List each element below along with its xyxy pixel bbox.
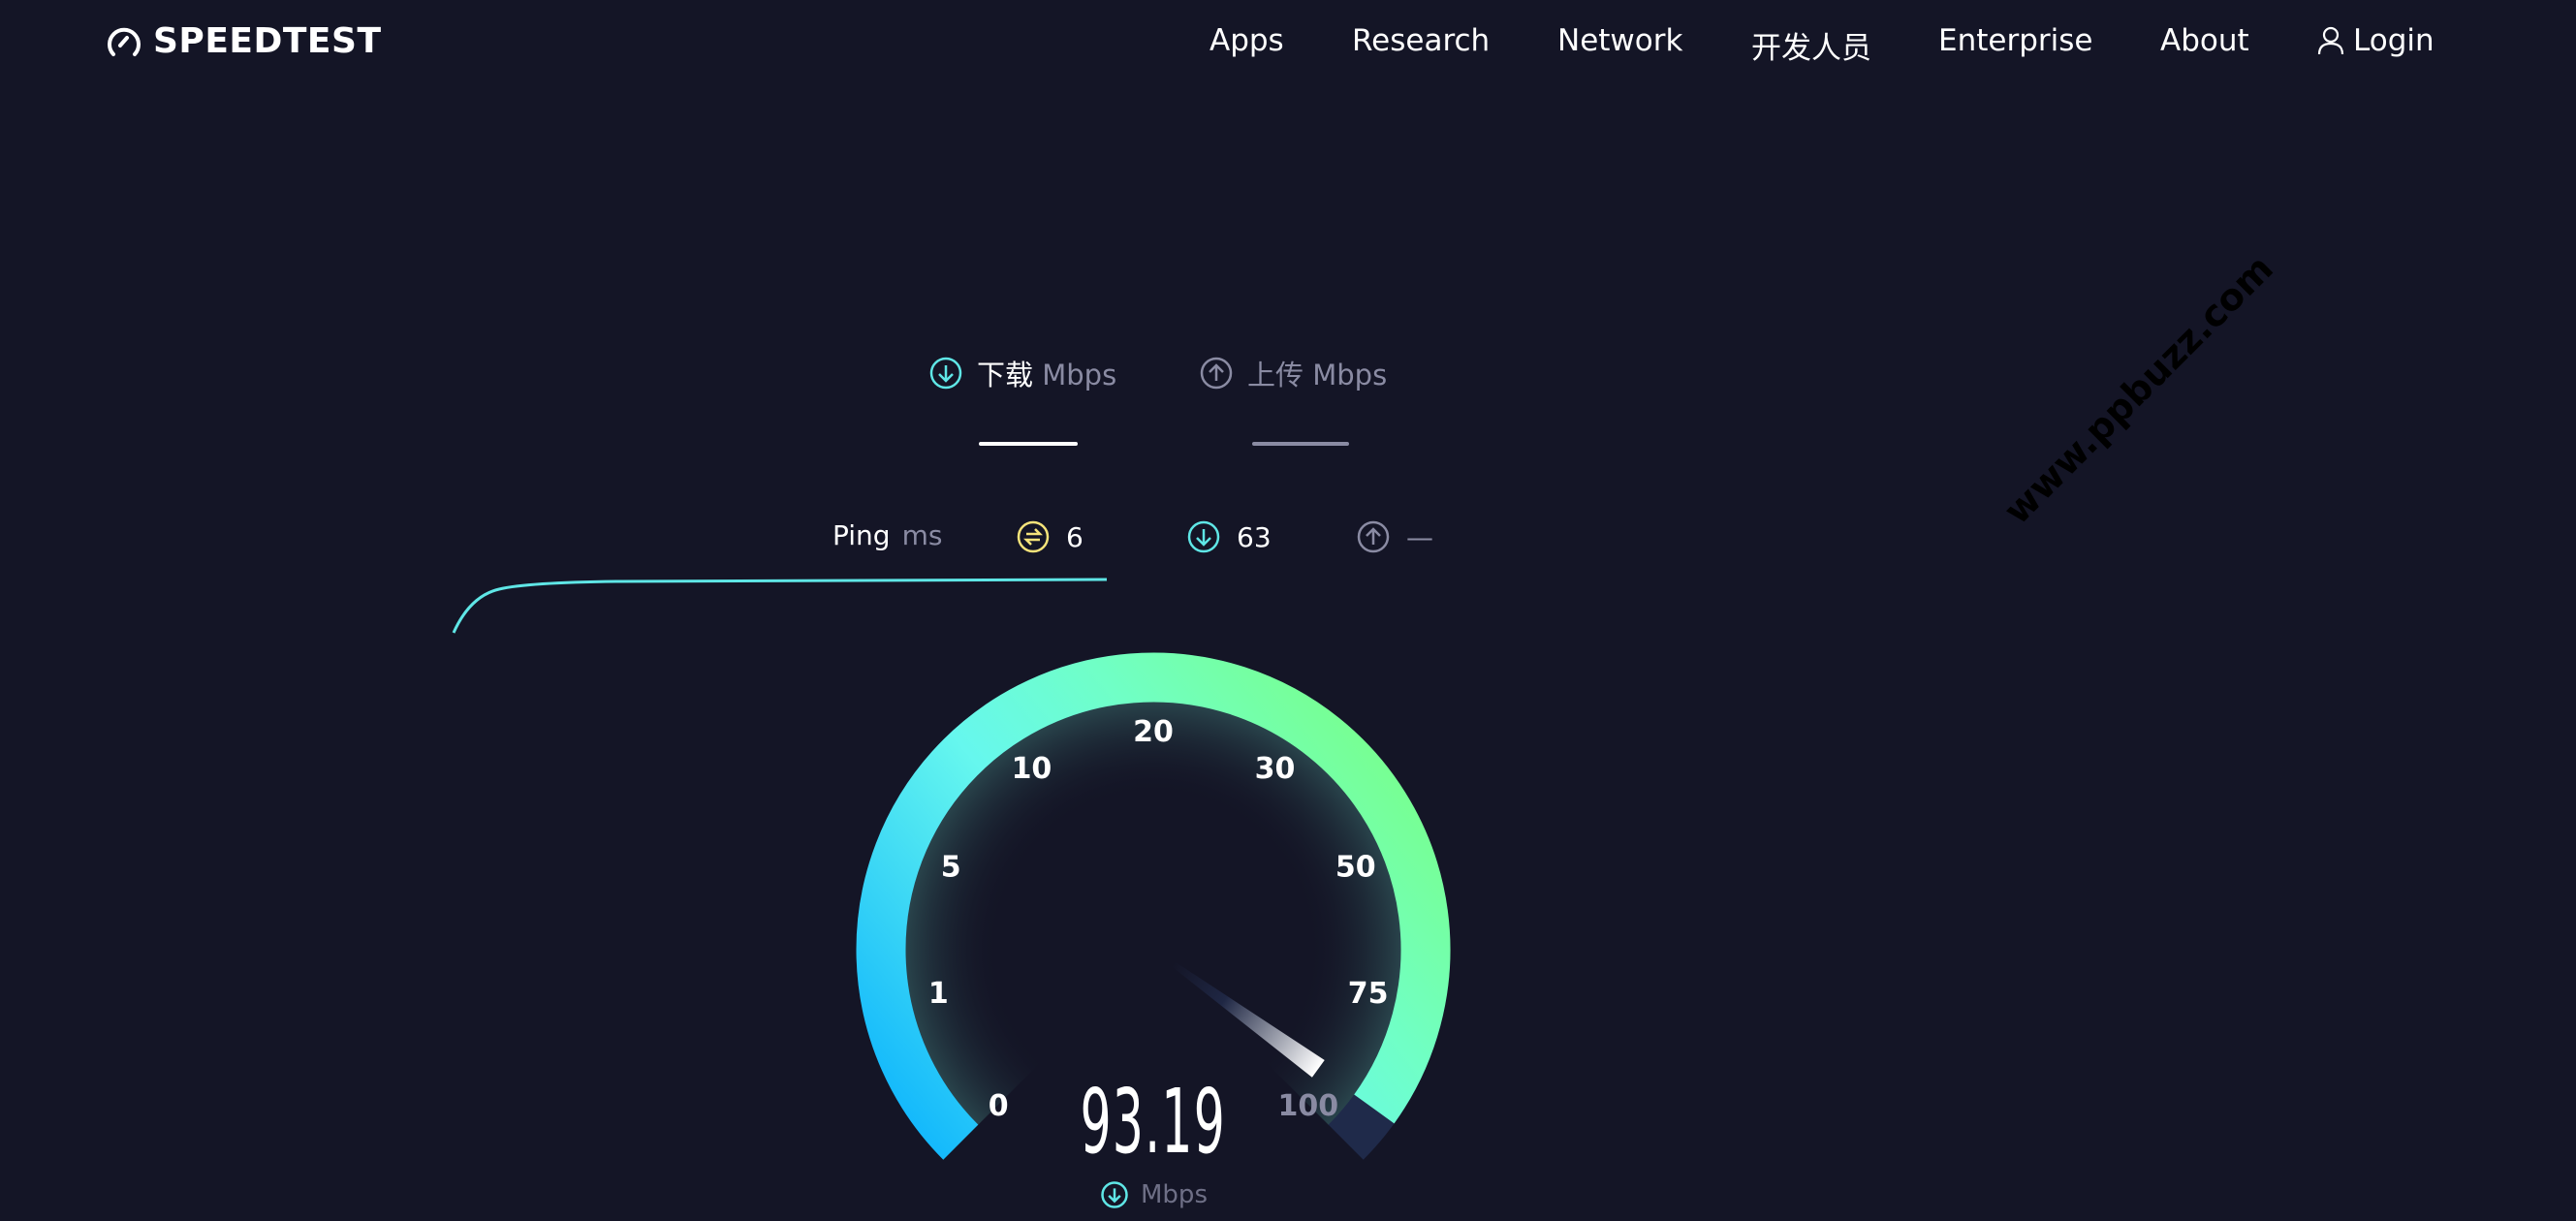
gauge-tick-label: 5	[941, 851, 961, 885]
download-icon	[1101, 1181, 1128, 1208]
gauge-unit-label: Mbps	[1141, 1180, 1208, 1209]
gauge-tick-label: 30	[1255, 752, 1296, 786]
speed-gauge: 0151020305075100	[856, 652, 1451, 1160]
gauge-value-wrap: 93.19	[959, 1078, 1347, 1167]
gauge-tick-label: 10	[1012, 752, 1052, 786]
gauge-tick-label: 20	[1133, 715, 1174, 749]
gauge-value: 93.19	[1080, 1070, 1227, 1174]
gauge-unit: Mbps	[1100, 1180, 1208, 1209]
gauge-tick-label: 1	[928, 977, 949, 1011]
gauge-tick-label: 50	[1335, 851, 1376, 885]
gauge-tick-label: 75	[1348, 977, 1389, 1011]
